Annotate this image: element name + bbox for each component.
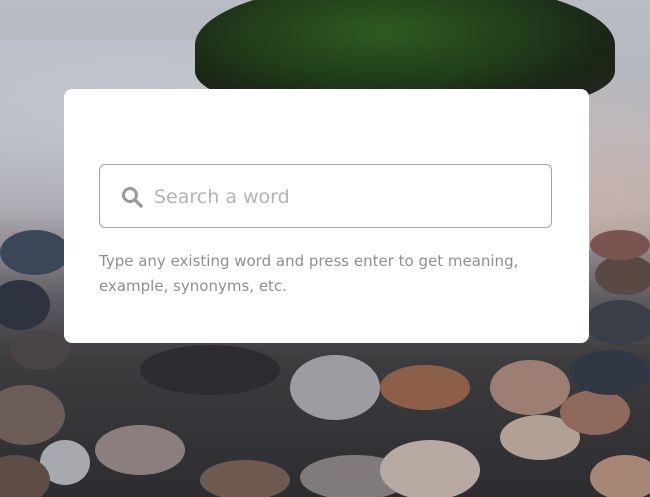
pebble — [380, 440, 480, 497]
pebble — [0, 385, 65, 445]
pebble — [490, 360, 570, 415]
dictionary-card: Type any existing word and press enter t… — [64, 89, 589, 343]
pebble — [570, 350, 650, 395]
search-box[interactable] — [99, 164, 552, 229]
pebble — [10, 330, 70, 370]
pebble — [0, 230, 70, 275]
pebble — [380, 365, 470, 410]
pebble — [590, 230, 650, 260]
pebble — [560, 390, 630, 435]
pebble — [595, 255, 650, 295]
search-input[interactable] — [152, 165, 546, 229]
pebble — [95, 425, 185, 475]
pebble — [0, 280, 50, 330]
pebble — [585, 300, 650, 345]
search-icon — [120, 185, 144, 209]
pebble — [140, 345, 280, 395]
pebble — [200, 460, 290, 497]
pebble — [590, 455, 650, 497]
info-text: Type any existing word and press enter t… — [99, 252, 519, 295]
pebble — [290, 355, 380, 420]
